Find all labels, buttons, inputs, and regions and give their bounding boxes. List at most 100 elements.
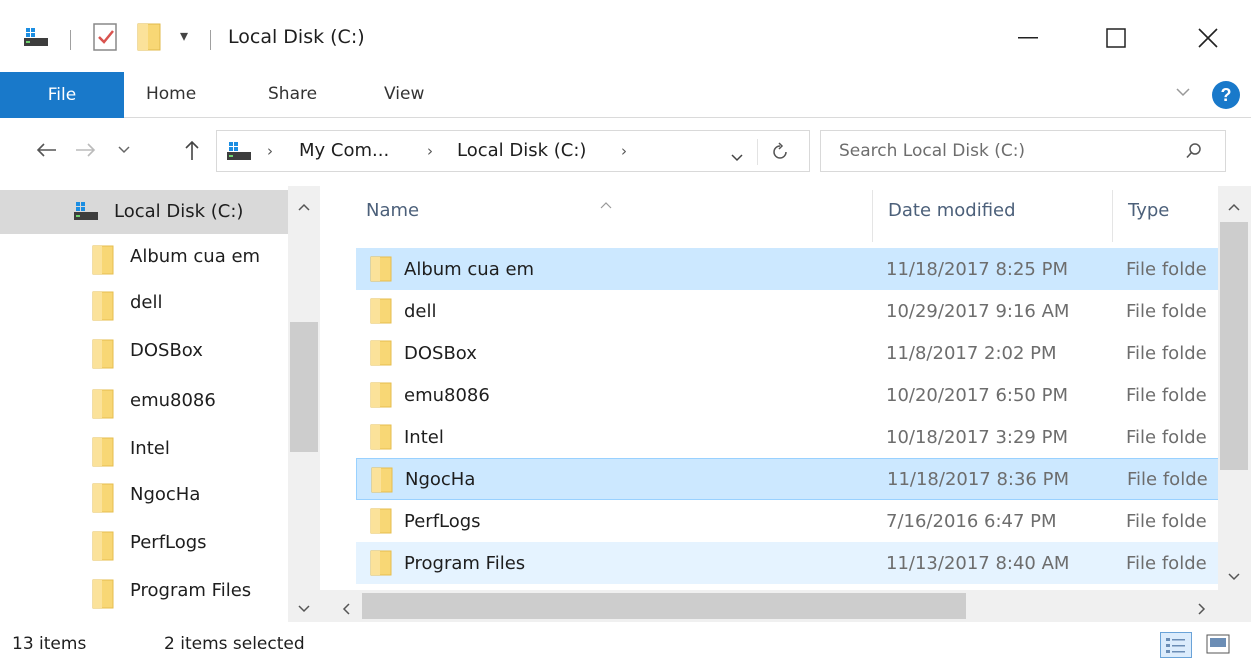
minimize-icon: [1018, 37, 1038, 39]
file-row[interactable]: emu8086 10/20/2017 6:50 PM File folde: [356, 374, 1220, 416]
folder-icon: [370, 340, 392, 370]
folder-icon: [370, 382, 392, 412]
breadcrumb-my-computer[interactable]: My Com...: [299, 140, 389, 161]
back-button[interactable]: [30, 134, 62, 166]
title-bar[interactable]: ▾ Local Disk (C:): [0, 0, 1251, 72]
file-row[interactable]: PerfLogs 7/16/2016 6:47 PM File folde: [356, 500, 1220, 542]
folder-icon: [92, 437, 114, 471]
folder-icon: [370, 550, 392, 580]
title-separator: [70, 30, 71, 50]
file-type: File folde: [1126, 552, 1207, 574]
column-header-type[interactable]: Type: [1128, 200, 1169, 221]
file-date: 10/20/2017 6:50 PM: [886, 384, 1068, 406]
nav-item-folder[interactable]: Intel: [0, 430, 290, 474]
column-header-name[interactable]: Name: [366, 200, 419, 221]
minimize-button[interactable]: [998, 14, 1058, 62]
nav-item-folder[interactable]: NgocHa: [0, 476, 290, 520]
nav-item-folder[interactable]: dell: [0, 284, 290, 328]
file-row[interactable]: Intel 10/18/2017 3:29 PM File folde: [356, 416, 1220, 458]
file-list-scroll-thumb[interactable]: [1220, 222, 1248, 470]
column-separator[interactable]: [1112, 190, 1113, 242]
maximize-icon: [1106, 28, 1126, 48]
file-row[interactable]: dell 10/29/2017 9:16 AM File folde: [356, 290, 1220, 332]
file-name: Intel: [404, 426, 444, 448]
nav-item-label: Program Files: [130, 580, 252, 601]
folder-icon: [92, 389, 114, 423]
nav-item-local-disk[interactable]: Local Disk (C:): [0, 190, 290, 234]
nav-item-folder[interactable]: DOSBox: [0, 332, 290, 376]
help-icon[interactable]: ?: [1212, 81, 1240, 109]
file-type: File folde: [1126, 384, 1207, 406]
file-date: 11/18/2017 8:36 PM: [887, 468, 1069, 490]
recent-locations-button[interactable]: [112, 134, 136, 166]
breadcrumb-chevron-icon[interactable]: ›: [621, 142, 627, 160]
breadcrumb-chevron-icon[interactable]: ›: [427, 142, 433, 160]
scroll-up-icon[interactable]: [1228, 196, 1240, 215]
file-type: File folde: [1126, 342, 1207, 364]
up-button[interactable]: [178, 134, 206, 166]
nav-item-folder[interactable]: Album cua em: [0, 238, 290, 282]
tab-home[interactable]: Home: [146, 84, 196, 104]
sort-ascending-icon: [600, 194, 612, 213]
folder-icon: [371, 467, 393, 497]
folder-icon: [370, 256, 392, 286]
file-row[interactable]: DOSBox 11/8/2017 2:02 PM File folde: [356, 332, 1220, 374]
customize-toolbar-icon[interactable]: ▾: [180, 26, 188, 45]
details-view-icon: [1166, 638, 1185, 653]
search-icon[interactable]: [1185, 142, 1203, 164]
scroll-right-icon[interactable]: [1198, 600, 1206, 619]
scroll-up-icon[interactable]: [298, 196, 310, 215]
horizontal-scroll-thumb[interactable]: [362, 593, 966, 619]
close-button[interactable]: [1178, 14, 1238, 62]
search-box[interactable]: [820, 130, 1226, 172]
nav-item-folder[interactable]: PerfLogs: [0, 524, 290, 568]
forward-button[interactable]: [70, 134, 102, 166]
file-row[interactable]: NgocHa 11/18/2017 8:36 PM File folde: [356, 458, 1220, 500]
scroll-down-icon[interactable]: [298, 598, 310, 617]
file-name: emu8086: [404, 384, 490, 406]
nav-item-folder[interactable]: emu8086: [0, 382, 290, 426]
file-row[interactable]: Album cua em 11/18/2017 8:25 PM File fol…: [356, 248, 1220, 290]
address-bar[interactable]: › My Com... › Local Disk (C:) ›: [216, 130, 810, 172]
breadcrumb-chevron-icon[interactable]: ›: [267, 142, 273, 160]
drive-icon: [72, 200, 100, 226]
expand-ribbon-icon[interactable]: [1176, 85, 1190, 101]
column-separator[interactable]: [872, 190, 873, 242]
scroll-down-icon[interactable]: [1228, 566, 1240, 585]
file-date: 7/16/2016 6:47 PM: [886, 510, 1057, 532]
nav-item-label: dell: [130, 292, 163, 313]
folder-icon: [92, 579, 114, 613]
column-header-date[interactable]: Date modified: [888, 200, 1016, 221]
file-type: File folde: [1126, 258, 1207, 280]
navigation-bar: › My Com... › Local Disk (C:) ›: [0, 118, 1251, 182]
details-view-button[interactable]: [1160, 632, 1192, 658]
drive-icon: [22, 26, 50, 52]
folder-icon: [92, 483, 114, 517]
explorer-window: ▾ Local Disk (C:) File Home Share View ?: [0, 0, 1251, 666]
file-row[interactable]: Program Files 11/13/2017 8:40 AM File fo…: [356, 542, 1220, 584]
close-icon: [1198, 28, 1218, 48]
new-folder-icon[interactable]: [136, 22, 164, 56]
file-name: NgocHa: [405, 468, 476, 490]
file-date: 11/8/2017 2:02 PM: [886, 342, 1057, 364]
tab-share[interactable]: Share: [268, 84, 317, 104]
scroll-left-icon[interactable]: [342, 600, 350, 619]
nav-item-folder[interactable]: Program Files: [0, 572, 290, 616]
properties-icon[interactable]: [92, 22, 120, 56]
folder-icon: [92, 339, 114, 373]
tab-file[interactable]: File: [0, 72, 124, 118]
forward-arrow-icon: [76, 143, 96, 157]
large-icons-view-button[interactable]: [1206, 634, 1230, 659]
search-input[interactable]: [839, 141, 1179, 161]
file-name: dell: [404, 300, 437, 322]
maximize-button[interactable]: [1086, 14, 1146, 62]
nav-pane-scroll-thumb[interactable]: [290, 322, 318, 452]
breadcrumb-local-disk[interactable]: Local Disk (C:): [457, 140, 586, 161]
large-icons-view-icon: [1206, 634, 1230, 654]
folder-icon: [92, 291, 114, 325]
nav-item-label: PerfLogs: [130, 532, 207, 553]
tab-view[interactable]: View: [384, 84, 424, 104]
refresh-icon[interactable]: [771, 141, 789, 165]
address-dropdown-icon[interactable]: [731, 147, 743, 166]
file-date: 11/13/2017 8:40 AM: [886, 552, 1070, 574]
